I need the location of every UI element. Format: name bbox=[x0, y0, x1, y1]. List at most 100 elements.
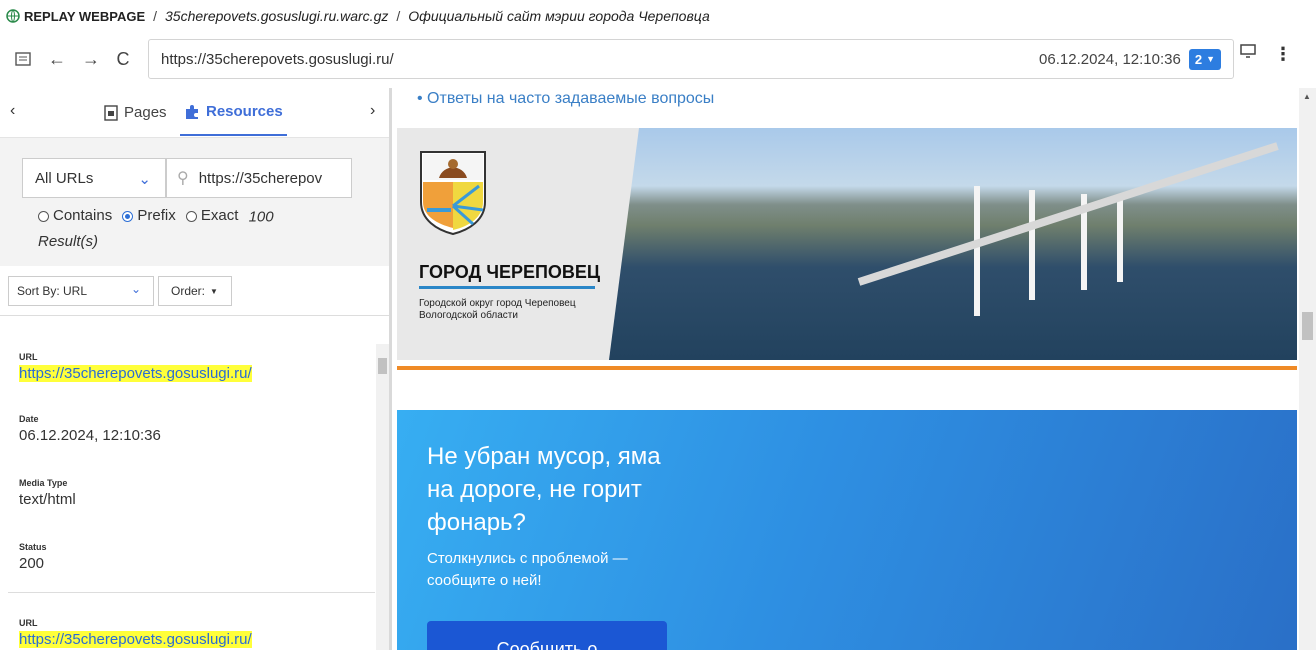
url-search-value: https://35cherepov bbox=[198, 169, 323, 187]
navigation-bar: ← → C https://35cherepovets.gosuslugi.ru… bbox=[0, 34, 1316, 84]
report-problem-block: Не убран мусор, яма на дороге, не горит … bbox=[397, 410, 1297, 650]
city-underline bbox=[419, 286, 595, 289]
result-count: 100 bbox=[248, 208, 274, 226]
monitor-icon[interactable] bbox=[1240, 44, 1256, 63]
bridge-pylon bbox=[1029, 190, 1035, 300]
field-label: Status bbox=[19, 542, 47, 552]
search-icon: ⚲ bbox=[177, 170, 189, 187]
radio-circle-icon bbox=[185, 210, 197, 222]
scrollbar-thumb[interactable] bbox=[378, 358, 387, 374]
captures-dropdown-button[interactable]: 2 ▼ bbox=[1188, 48, 1221, 70]
scrollbar-thumb[interactable] bbox=[1302, 312, 1313, 340]
result-url-link[interactable]: https://35cherepovets.gosuslugi.ru/ bbox=[19, 631, 252, 648]
order-select[interactable]: Order: ▼ bbox=[158, 276, 232, 306]
radio-exact[interactable]: Exact bbox=[185, 204, 239, 228]
chevron-left-icon[interactable]: ‹ bbox=[10, 102, 15, 120]
result-date-value: 06.12.2024, 12:10:36 bbox=[19, 427, 161, 444]
report-button-label: Сообщить о bbox=[496, 639, 598, 650]
tab-pages-label: Pages bbox=[124, 104, 167, 121]
tab-pages[interactable]: Pages bbox=[104, 90, 167, 136]
banner-divider bbox=[397, 366, 1297, 370]
more-menu-icon[interactable]: ⋮ bbox=[1274, 45, 1292, 63]
chevron-right-icon[interactable]: › bbox=[370, 102, 375, 120]
promo-text: Столкнулись с проблемой — сообщите о ней… bbox=[427, 550, 628, 589]
sidebar-toggle-icon[interactable] bbox=[10, 44, 36, 74]
capture-timestamp: 06.12.2024, 12:10:36 bbox=[1039, 50, 1181, 68]
app-titlebar: REPLAY WEBPAGE / 35cherepovets.gosuslugi… bbox=[0, 0, 1316, 32]
result-media-value: text/html bbox=[19, 491, 76, 508]
url-type-select[interactable]: All URLs ⌄ bbox=[22, 158, 166, 198]
url-input[interactable]: https://35cherepovets.gosuslugi.ru/ bbox=[161, 51, 1039, 68]
scroll-up-icon[interactable]: ▲ bbox=[1303, 92, 1311, 101]
results-scrollbar[interactable] bbox=[376, 344, 389, 650]
result-label: Result(s) bbox=[38, 232, 99, 250]
chevron-down-icon: ⌄ bbox=[130, 282, 141, 296]
url-bar[interactable]: https://35cherepovets.gosuslugi.ru/ 06.1… bbox=[148, 39, 1234, 79]
url-type-value: All URLs bbox=[35, 169, 94, 187]
sort-controls: Sort By: URL ⌄ Order: ▼ bbox=[0, 266, 389, 316]
app-name: REPLAY WEBPAGE bbox=[24, 8, 146, 24]
result-media-field: Media Type text/html bbox=[0, 478, 76, 508]
result-date-field: Date 06.12.2024, 12:10:36 bbox=[0, 414, 161, 444]
replay-logo[interactable]: REPLAY WEBPAGE bbox=[6, 9, 145, 24]
back-arrow-icon[interactable]: ← bbox=[44, 44, 70, 74]
resource-results-list: URL https://35cherepovets.gosuslugi.ru/ … bbox=[0, 318, 375, 650]
chevron-down-icon: ⌄ bbox=[138, 171, 151, 188]
result-url-link[interactable]: https://35cherepovets.gosuslugi.ru/ bbox=[19, 365, 252, 382]
result-status-field: Status 200 bbox=[0, 542, 47, 572]
field-label: Date bbox=[19, 414, 39, 424]
page-scrollbar[interactable]: ▲ bbox=[1299, 88, 1316, 650]
breadcrumb-separator: / bbox=[396, 8, 401, 24]
radio-contains-label: Contains bbox=[53, 207, 113, 224]
field-label: URL bbox=[19, 618, 38, 628]
bridge-pylon bbox=[974, 186, 980, 316]
field-label: URL bbox=[19, 352, 38, 362]
radio-prefix[interactable]: Prefix bbox=[122, 204, 176, 228]
right-toolbar: ⋮ bbox=[1240, 44, 1292, 63]
radio-exact-label: Exact bbox=[200, 207, 239, 224]
city-subtitle: Городской округ город Череповец Вологодс… bbox=[419, 298, 576, 321]
tab-resources[interactable]: Resources bbox=[180, 90, 287, 136]
url-search-input[interactable]: ⚲ https://35cherepov bbox=[166, 158, 352, 198]
faq-link[interactable]: • Ответы на часто задаваемые вопросы bbox=[417, 90, 714, 108]
bridge-pylon bbox=[1117, 200, 1123, 282]
captures-count: 2 bbox=[1194, 51, 1203, 67]
archived-page-view: • Ответы на часто задаваемые вопросы ГОР… bbox=[395, 88, 1316, 650]
resources-sidebar: ‹ Pages Resources › All URLs ⌄ ⚲ https:/… bbox=[0, 88, 392, 650]
report-button[interactable]: Сообщить о bbox=[427, 621, 667, 650]
result-url-field: URL https://35cherepovets.gosuslugi.ru/ bbox=[0, 618, 375, 649]
breadcrumb-page-title: Официальный сайт мэрии города Череповца bbox=[408, 8, 710, 24]
coat-of-arms-icon bbox=[417, 148, 489, 236]
radio-selected-icon bbox=[122, 210, 134, 222]
list-item[interactable]: URL https://35cherepovets.gosuslugi.ru/ … bbox=[0, 352, 375, 592]
result-status-value: 200 bbox=[19, 555, 45, 572]
globe-icon bbox=[6, 9, 20, 23]
match-mode-radios: Contains Prefix Exact 100 Result(s) bbox=[38, 204, 328, 254]
list-item[interactable]: URL https://35cherepovets.gosuslugi.ru/ bbox=[0, 618, 375, 650]
breadcrumb-separator: / bbox=[153, 8, 158, 24]
radio-contains[interactable]: Contains bbox=[38, 204, 112, 228]
forward-arrow-icon[interactable]: → bbox=[78, 44, 104, 74]
reload-icon[interactable]: C bbox=[110, 44, 136, 74]
result-url-field: URL https://35cherepovets.gosuslugi.ru/ bbox=[0, 352, 252, 383]
bridge-deck bbox=[857, 142, 1279, 286]
radio-prefix-label: Prefix bbox=[137, 207, 176, 224]
city-name: ГОРОД ЧЕРЕПОВЕЦ bbox=[419, 262, 601, 282]
promo-heading: Не убран мусор, яма на дороге, не горит … bbox=[427, 443, 661, 536]
faq-link-text: Ответы на часто задаваемые вопросы bbox=[427, 90, 715, 107]
sort-by-value: Sort By: URL bbox=[17, 284, 88, 298]
sidebar-tabs: ‹ Pages Resources › bbox=[0, 88, 389, 138]
tab-resources-label: Resources bbox=[206, 103, 283, 120]
caret-down-icon: ▼ bbox=[210, 286, 218, 296]
sort-by-select[interactable]: Sort By: URL ⌄ bbox=[8, 276, 154, 306]
bridge-photo bbox=[609, 128, 1297, 360]
page-icon bbox=[104, 104, 118, 121]
order-label: Order: bbox=[171, 284, 206, 298]
city-banner[interactable]: ГОРОД ЧЕРЕПОВЕЦ Городской округ город Че… bbox=[397, 128, 1297, 360]
filter-panel: All URLs ⌄ ⚲ https://35cherepov Contains… bbox=[0, 138, 389, 266]
breadcrumb-archive[interactable]: 35cherepovets.gosuslugi.ru.warc.gz bbox=[165, 8, 388, 24]
list-divider bbox=[8, 592, 375, 593]
caret-down-icon: ▼ bbox=[1206, 54, 1215, 64]
radio-circle-icon bbox=[38, 210, 49, 222]
field-label: Media Type bbox=[19, 478, 68, 488]
